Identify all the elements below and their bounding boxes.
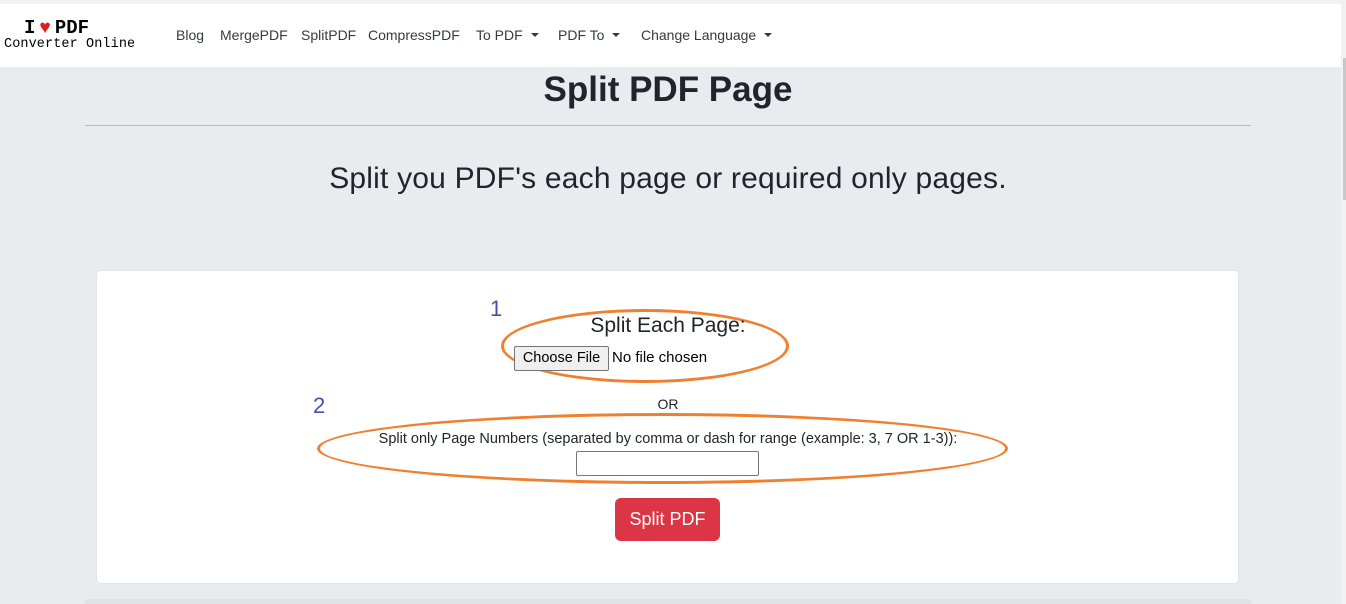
divider <box>85 125 1251 126</box>
brand-logo[interactable]: I ♥ PDF Converter Online <box>4 16 154 56</box>
brand-title: I ♥ PDF <box>24 18 89 38</box>
brand-pdf: PDF <box>54 17 90 39</box>
nav-to-pdf-dropdown[interactable]: To PDF <box>476 26 539 44</box>
nav-change-language-dropdown[interactable]: Change Language <box>641 26 773 44</box>
nav-split-pdf[interactable]: SplitPDF <box>301 26 356 44</box>
caret-down-icon <box>530 33 539 37</box>
page-numbers-input[interactable] <box>576 451 759 476</box>
page-title: Split PDF Page <box>543 70 793 109</box>
nav-blog[interactable]: Blog <box>176 26 204 44</box>
or-separator: OR <box>657 396 679 412</box>
file-status-text: No file chosen <box>612 349 708 366</box>
page-subtitle: Split you PDF's each page or required on… <box>329 162 1007 195</box>
page-numbers-label: Split only Page Numbers (separated by co… <box>378 431 958 447</box>
caret-down-icon <box>612 33 621 37</box>
nav-change-language-label: Change Language <box>641 27 757 43</box>
brand-i: I <box>24 17 36 39</box>
annotation-number-1: 1 <box>490 296 503 321</box>
choose-file-button[interactable]: Choose File <box>514 346 609 371</box>
nav-merge-pdf[interactable]: MergePDF <box>220 26 288 44</box>
navbar: I ♥ PDF Converter Online Blog MergePDF Spl… <box>0 4 1341 67</box>
next-section-edge <box>85 599 1251 604</box>
nav-compress-pdf[interactable]: CompressPDF <box>368 26 460 44</box>
split-pdf-button[interactable]: Split PDF <box>615 498 720 541</box>
nav-pdf-to-dropdown[interactable]: PDF To <box>558 26 621 44</box>
heart-icon: ♥ <box>39 17 51 39</box>
nav-pdf-to-label: PDF To <box>558 27 605 43</box>
caret-down-icon <box>764 33 773 37</box>
split-each-page-label: Split Each Page: <box>590 314 746 337</box>
nav-to-pdf-label: To PDF <box>476 27 523 43</box>
brand-subtitle: Converter Online <box>4 37 136 52</box>
